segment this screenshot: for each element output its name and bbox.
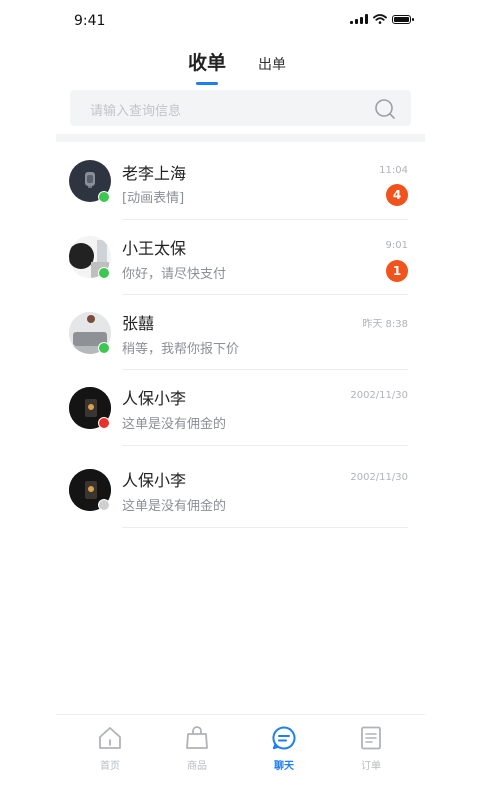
nav-chat-label: 聊天 [274, 761, 294, 772]
nav-orders[interactable]: 订单 [341, 725, 401, 772]
search-icon[interactable] [373, 97, 397, 121]
chat-time: 2002/11/30 [350, 390, 408, 401]
nav-products[interactable]: 商品 [167, 725, 227, 772]
chat-time: 11:04 [379, 165, 408, 176]
nav-chat[interactable]: 聊天 [254, 725, 314, 772]
chat-list-screen: 9:41 收单 出单 请输入查询信息 老李上海 [动画表情] 11:04 4 小… [56, 0, 425, 801]
online-status-icon [98, 342, 110, 354]
chat-time: 2002/11/30 [350, 472, 408, 483]
unread-badge: 4 [386, 184, 408, 206]
nav-home[interactable]: 首页 [80, 725, 140, 772]
order-icon [361, 726, 381, 750]
chat-last-message: 这单是没有佣金的 [122, 417, 227, 432]
bottom-navigation: 首页 商品 聊天 订单 [56, 714, 425, 801]
chat-last-message: 你好，请尽快支付 [122, 267, 227, 282]
chat-last-message: 这单是没有佣金的 [122, 499, 227, 514]
chat-time: 9:01 [385, 240, 408, 251]
order-tabs: 收单 出单 [56, 40, 425, 86]
wifi-icon [373, 14, 387, 24]
tab-issue-orders[interactable]: 出单 [258, 54, 286, 74]
chat-last-message: [动画表情] [122, 191, 185, 206]
online-status-icon [98, 191, 110, 203]
unread-badge: 1 [386, 260, 408, 282]
online-status-icon [98, 267, 110, 279]
tab-active-indicator [196, 82, 218, 85]
chat-list-item[interactable]: 张囍 稍等，我帮你报下价 昨天 8:38 [56, 295, 425, 370]
status-icons [350, 14, 414, 24]
chat-name: 小王太保 [122, 239, 187, 258]
chat-last-message: 稍等，我帮你报下价 [122, 342, 240, 357]
home-icon [99, 727, 121, 749]
search-bar[interactable]: 请输入查询信息 [70, 90, 411, 126]
chat-name: 人保小李 [122, 471, 187, 490]
search-input[interactable]: 请输入查询信息 [90, 100, 181, 119]
chat-list-item[interactable]: 人保小李 这单是没有佣金的 2002/11/30 [56, 370, 425, 446]
chat-icon [272, 726, 296, 750]
chat-list-item[interactable]: 老李上海 [动画表情] 11:04 4 [56, 145, 425, 220]
status-bar: 9:41 [56, 0, 425, 44]
shopping-bag-icon [186, 726, 208, 749]
busy-status-icon [98, 417, 110, 429]
signal-icon [350, 14, 368, 24]
chat-list-item[interactable]: 人保小李 这单是没有佣金的 2002/11/30 [56, 452, 425, 528]
nav-products-label: 商品 [187, 761, 207, 772]
chat-list-item[interactable]: 小王太保 你好，请尽快支付 9:01 1 [56, 220, 425, 295]
status-time: 9:41 [74, 13, 106, 29]
chat-name: 张囍 [122, 314, 155, 333]
battery-icon [392, 14, 414, 24]
nav-home-label: 首页 [100, 761, 120, 772]
chat-name: 老李上海 [122, 164, 187, 183]
list-separator [122, 527, 408, 528]
offline-status-icon [98, 499, 110, 511]
nav-orders-label: 订单 [361, 761, 381, 772]
section-divider [56, 134, 425, 142]
list-separator [122, 445, 408, 446]
chat-time: 昨天 8:38 [362, 319, 408, 330]
chat-name: 人保小李 [122, 389, 187, 408]
tab-receive-orders[interactable]: 收单 [188, 48, 226, 75]
